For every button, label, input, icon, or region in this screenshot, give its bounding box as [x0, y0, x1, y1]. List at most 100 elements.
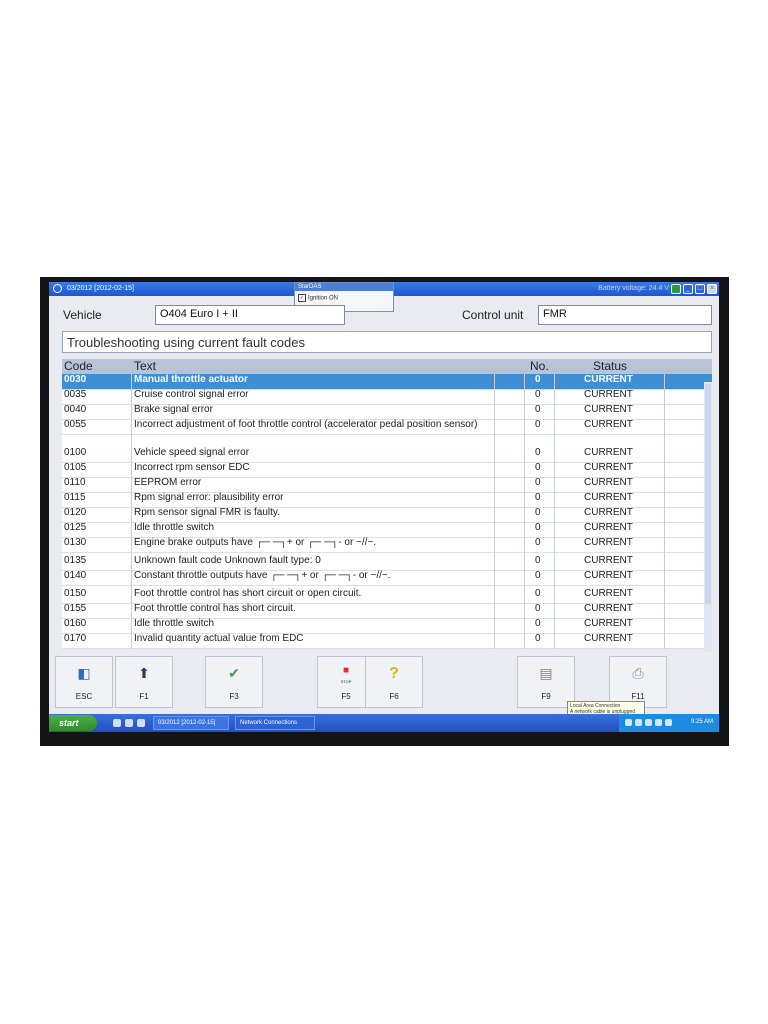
- tray-icon[interactable]: [665, 719, 672, 726]
- cell-status: CURRENT: [584, 588, 633, 599]
- control-unit-label: Control unit: [462, 308, 524, 322]
- close-button[interactable]: ×: [707, 284, 717, 294]
- column-divider: [664, 374, 665, 649]
- cell-status: CURRENT: [584, 419, 633, 430]
- table-row[interactable]: 0150 Foot throttle control has short circ…: [62, 588, 712, 604]
- maximize-button[interactable]: □: [695, 284, 705, 294]
- cell-code: 0100: [64, 447, 87, 458]
- app-screen: 03/2012 [2012-02-15] Battery voltage: 24…: [49, 282, 719, 732]
- fkey-label: F1: [139, 692, 149, 701]
- cell-status: CURRENT: [584, 374, 633, 385]
- table-row[interactable]: 0035 Cruise control signal error 0 CURRENT: [62, 389, 712, 405]
- help-icon: ?: [389, 665, 399, 682]
- vehicle-row: Vehicle O404 Euro I + II Control unit FM…: [49, 298, 719, 330]
- system-tray: 9:25 AM: [619, 714, 719, 732]
- ie-icon[interactable]: [113, 719, 121, 727]
- header-text: Text: [134, 359, 157, 373]
- cell-code: 0170: [64, 633, 87, 644]
- table-row[interactable]: 0110 EEPROM error 0 CURRENT: [62, 477, 712, 493]
- cell-text: Idle throttle switch: [134, 618, 215, 629]
- fault-code-table: Code Text No. Status 0030 Manual throttle…: [62, 359, 712, 649]
- table-row[interactable]: 0120 Rpm sensor signal FMR is faulty. 0 CUR…: [62, 507, 712, 523]
- media-icon[interactable]: [125, 719, 133, 727]
- cell-status: CURRENT: [584, 618, 633, 629]
- cell-text: Brake signal error: [134, 404, 213, 415]
- scrollbar-thumb[interactable]: [705, 384, 711, 604]
- table-row[interactable]: 0155 Foot throttle control has short circ…: [62, 603, 712, 619]
- table-row[interactable]: 0105 Incorrect rpm sensor EDC 0 CURRENT: [62, 462, 712, 478]
- cell-code: 0130: [64, 537, 87, 548]
- taskbar-item-network[interactable]: Network Connections: [235, 716, 315, 730]
- cell-text: Unknown fault code Unknown fault type: 0: [134, 555, 321, 566]
- table-row[interactable]: 0030 Manual throttle actuator 0 CURRENT: [62, 374, 712, 390]
- column-divider: [554, 374, 555, 649]
- cell-no: 0: [535, 492, 541, 503]
- cell-status: CURRENT: [584, 603, 633, 614]
- cell-no: 0: [535, 555, 541, 566]
- clock: 9:25 AM: [690, 719, 713, 725]
- volume-icon[interactable]: [635, 719, 642, 726]
- mercedes-logo-icon: [53, 284, 62, 293]
- cell-no: 0: [535, 404, 541, 415]
- cell-no: 0: [535, 462, 541, 473]
- table-row[interactable]: 0160 Idle throttle switch 0 CURRENT: [62, 618, 712, 634]
- table-row[interactable]: 0055 Incorrect adjustment of foot throttl…: [62, 419, 712, 435]
- printer-icon: ⎙: [632, 665, 644, 681]
- cell-no: 0: [535, 419, 541, 430]
- fkey-f1[interactable]: ⬆ F1: [115, 656, 173, 708]
- cell-text: Incorrect rpm sensor EDC: [134, 462, 250, 473]
- cell-no: 0: [535, 633, 541, 644]
- cell-no: 0: [535, 588, 541, 599]
- cell-status: CURRENT: [584, 492, 633, 503]
- cell-no: 0: [535, 389, 541, 400]
- fkey-f3[interactable]: ✔ F3: [205, 656, 263, 708]
- cell-text: Idle throttle switch: [134, 522, 215, 533]
- cell-code: 0150: [64, 588, 87, 599]
- fkey-label: F3: [229, 692, 239, 701]
- cell-status: CURRENT: [584, 462, 633, 473]
- cell-status: CURRENT: [584, 537, 633, 548]
- tray-icon[interactable]: [645, 719, 652, 726]
- fkey-esc[interactable]: ◧ ESC: [55, 656, 113, 708]
- table-row[interactable]: 0170 Invalid quantity actual value from E…: [62, 633, 712, 649]
- cell-no: 0: [535, 507, 541, 518]
- status-indicator-icon: [671, 284, 681, 294]
- cell-code: 0155: [64, 603, 87, 614]
- cell-no: 0: [535, 477, 541, 488]
- cell-text: Foot throttle control has short circuit.: [134, 603, 296, 614]
- cell-no: 0: [535, 570, 541, 581]
- fkey-label: ESC: [75, 692, 93, 701]
- table-row[interactable]: 0135 Unknown fault code Unknown fault typ…: [62, 555, 712, 571]
- cell-code: 0120: [64, 507, 87, 518]
- cell-no: 0: [535, 374, 541, 385]
- tray-icon[interactable]: [655, 719, 662, 726]
- cell-code: 0105: [64, 462, 87, 473]
- page-title: Troubleshooting using current fault code…: [62, 331, 712, 353]
- cell-status: CURRENT: [584, 477, 633, 488]
- start-button[interactable]: start: [49, 715, 97, 731]
- cell-code: 0135: [64, 555, 87, 566]
- cell-no: 0: [535, 603, 541, 614]
- taskbar-item-app[interactable]: 03/2012 [2012-02-15]: [153, 716, 229, 730]
- control-unit-field: FMR: [538, 305, 712, 325]
- network-icon[interactable]: [625, 719, 632, 726]
- cell-no: 0: [535, 618, 541, 629]
- cell-text: Rpm sensor signal FMR is faulty.: [134, 507, 280, 518]
- cell-code: 0115: [64, 492, 86, 503]
- table-row[interactable]: 0040 Brake signal error 0 CURRENT: [62, 404, 712, 420]
- table-row[interactable]: 0100 Vehicle speed signal error 0 CURRENT: [62, 447, 712, 463]
- desktop-icon[interactable]: [137, 719, 145, 727]
- column-divider: [524, 374, 525, 649]
- table-row[interactable]: 0125 Idle throttle switch 0 CURRENT: [62, 522, 712, 538]
- table-row[interactable]: 0130 Engine brake outputs have ┌─ ─┐+ or …: [62, 537, 712, 553]
- fkey-f6[interactable]: ? F6: [365, 656, 423, 708]
- table-row[interactable]: 0140 Constant throttle outputs have ┌─ ─┐…: [62, 570, 712, 586]
- table-scrollbar[interactable]: [704, 382, 712, 652]
- table-row[interactable]: 0115 Rpm signal error: plausibility error…: [62, 492, 712, 508]
- popup-title: StarDAS: [295, 283, 393, 291]
- cell-code: 0040: [64, 404, 87, 415]
- cell-text: Invalid quantity actual value from EDC: [134, 633, 304, 644]
- fkey-label: F9: [541, 692, 551, 701]
- minimize-button[interactable]: _: [683, 284, 693, 294]
- cell-text: Incorrect adjustment of foot throttle co…: [134, 419, 478, 430]
